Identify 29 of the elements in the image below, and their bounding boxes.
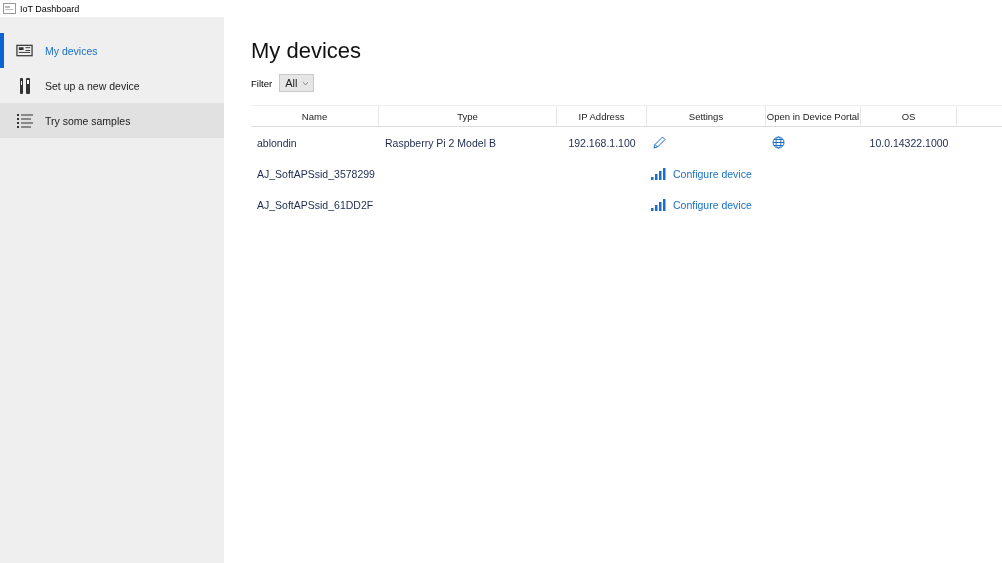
monitor-icon bbox=[16, 43, 33, 58]
filter-label: Filter bbox=[251, 77, 273, 89]
table-cell-text: AJ_SoftAPSsid_61DD2F bbox=[256, 198, 375, 211]
signal-icon bbox=[651, 198, 667, 211]
column-header[interactable]: Name bbox=[251, 106, 379, 126]
nav-item[interactable]: Try some samples bbox=[0, 103, 224, 138]
table-cell-text: AJ_SoftAPSsid_3578299 bbox=[256, 167, 376, 180]
caret-icon bbox=[303, 81, 309, 85]
column-header[interactable]: OS bbox=[861, 106, 957, 126]
globe-icon[interactable] bbox=[772, 136, 785, 149]
column-header[interactable]: Type bbox=[379, 106, 557, 126]
app-icon bbox=[3, 3, 16, 14]
table-cell-text: 192.168.1.100 bbox=[567, 136, 637, 149]
nav-item[interactable]: Set up a new device bbox=[0, 68, 224, 103]
column-header[interactable]: Open in Device Portal bbox=[766, 106, 861, 126]
edit-icon[interactable] bbox=[653, 136, 666, 149]
table-cell-text: 10.0.14322.1000 bbox=[868, 136, 950, 149]
nav-item[interactable]: My devices bbox=[0, 33, 224, 68]
signal-icon bbox=[651, 167, 667, 180]
table-cell-text: Raspberry Pi 2 Model B bbox=[384, 136, 497, 149]
column-header[interactable]: IP Address bbox=[557, 106, 647, 126]
configure-link[interactable]: Configure device bbox=[673, 198, 752, 211]
window-title: IoT Dashboard bbox=[20, 3, 80, 14]
page-title: My devices bbox=[251, 38, 363, 64]
filter-dropdown[interactable]: All bbox=[279, 74, 315, 92]
configure-link[interactable]: Configure device bbox=[673, 167, 752, 180]
table-cell-text: ablondin bbox=[256, 136, 298, 149]
column-header[interactable]: Settings bbox=[647, 106, 766, 126]
list-icon bbox=[16, 112, 33, 129]
